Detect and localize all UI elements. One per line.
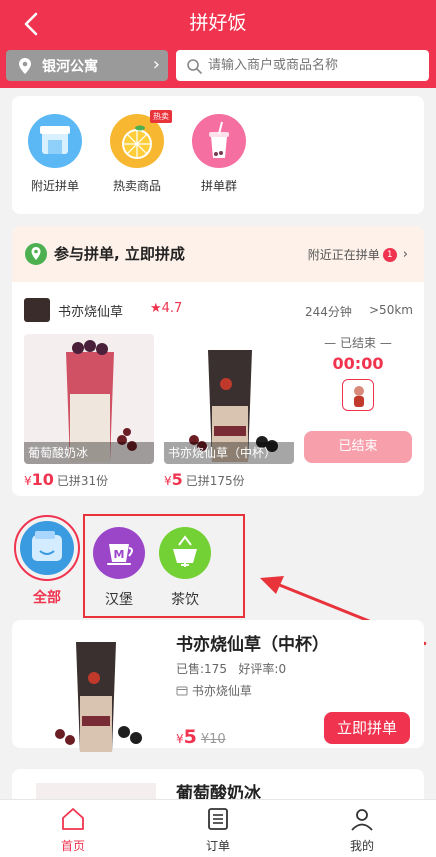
home-icon: [62, 808, 84, 830]
group-product-card[interactable]: 葡萄酸奶冰 ¥10 已拼31份: [24, 334, 154, 489]
shop-name: 书亦烧仙草: [58, 305, 124, 320]
countdown-timer: 00:00: [332, 354, 384, 373]
location-label: 银河公寓: [42, 58, 98, 75]
shop-icon: [176, 686, 188, 696]
quick-entry-nearby[interactable]: 附近拼单: [20, 114, 90, 194]
original-price: ¥10: [200, 732, 226, 747]
countdown-panel: — 已结束 — 00:00: [304, 334, 412, 411]
location-selector[interactable]: 银河公寓 ›: [6, 50, 168, 81]
location-pin-icon: [25, 243, 47, 265]
order-list-icon: [208, 808, 228, 830]
burger-cup-icon: M: [93, 527, 145, 579]
hot-tag: 热卖: [150, 110, 172, 123]
nav-home[interactable]: 首页: [33, 806, 113, 854]
group-product-card[interactable]: 书亦烧仙草（中杯） ¥5 已拼175份: [164, 334, 294, 489]
search-bar[interactable]: [176, 50, 429, 81]
category-tea[interactable]: 茶饮: [155, 527, 215, 609]
shop-rating: ★4.7: [150, 301, 183, 316]
bubble-tea-icon: [192, 114, 246, 168]
group-buy-header[interactable]: 参与拼单, 立即拼成 附近正在拼单 1 ›: [12, 226, 424, 282]
quick-entry-hot[interactable]: 热卖 热卖商品: [102, 110, 172, 194]
status-label: — 已结束 —: [324, 336, 392, 350]
product-price: ¥5 ¥10: [176, 726, 226, 748]
tea-cup-icon: [159, 527, 211, 579]
product-list-item[interactable]: 书亦烧仙草（中杯） 已售:175 好评率:0 书亦烧仙草 ¥5 ¥10 立即拼单: [12, 620, 424, 752]
product-price: ¥10 已拼31份: [24, 470, 109, 489]
nav-orders[interactable]: 订单: [178, 806, 258, 854]
all-category-icon: [20, 521, 74, 575]
map-pin-icon: [19, 57, 31, 74]
quick-entries-card: 附近拼单 热卖 热卖商品 拼单群: [12, 96, 424, 214]
group-buy-card: 参与拼单, 立即拼成 附近正在拼单 1 › 书亦烧仙草 ★4.7 244分钟 >…: [12, 226, 424, 496]
avatar: [342, 379, 374, 411]
header: 拼好饭 银河公寓 ›: [0, 0, 436, 88]
shop-logo: [24, 298, 50, 322]
user-icon: [351, 809, 373, 831]
product-image: 书亦烧仙草（中杯）: [164, 334, 294, 464]
search-input[interactable]: [208, 58, 418, 73]
svg-text:M: M: [114, 548, 125, 561]
orange-icon: 热卖: [110, 110, 172, 168]
ended-button[interactable]: 已结束: [304, 431, 412, 463]
category-all[interactable]: 全部: [12, 515, 82, 607]
nav-profile[interactable]: 我的: [322, 806, 402, 854]
product-image: [26, 634, 162, 752]
product-stats: 已售:175 好评率:0: [176, 662, 287, 676]
page-title: 拼好饭: [189, 12, 247, 34]
product-image: 葡萄酸奶冰: [24, 334, 154, 464]
group-buy-title: 参与拼单, 立即拼成: [54, 245, 185, 263]
store-icon: [28, 114, 82, 168]
product-name: 葡萄酸奶冰: [24, 442, 154, 464]
chevron-right-icon: ›: [152, 54, 160, 75]
shop-info-row[interactable]: 书亦烧仙草 ★4.7 244分钟 >50km: [24, 298, 414, 322]
quick-entry-group[interactable]: 拼单群: [184, 114, 254, 194]
product-shop: 书亦烧仙草: [176, 682, 252, 699]
shop-distance: >50km: [369, 303, 413, 317]
nearby-group-link[interactable]: 附近正在拼单 1 ›: [308, 246, 408, 263]
category-burger[interactable]: M 汉堡: [89, 527, 149, 609]
product-price: ¥5 已拼175份: [164, 470, 245, 489]
search-icon: [187, 58, 202, 74]
delivery-time: 244分钟: [305, 305, 352, 319]
chevron-right-icon: ›: [402, 247, 408, 262]
join-group-button[interactable]: 立即拼单: [324, 712, 410, 744]
product-name: 书亦烧仙草（中杯）: [164, 442, 294, 464]
bottom-navigation: 首页 订单 我的: [0, 799, 436, 857]
count-badge: 1: [382, 247, 397, 262]
product-name: 书亦烧仙草（中杯）: [176, 635, 329, 655]
